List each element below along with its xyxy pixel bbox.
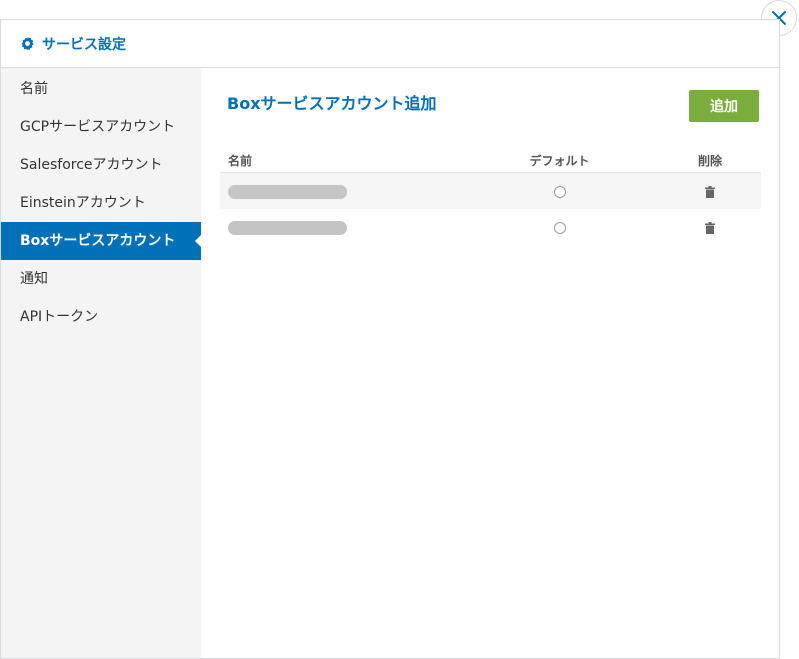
sidebar-item-einstein-account[interactable]: Einsteinアカウント — [1, 184, 201, 222]
sidebar-item-box-service-account[interactable]: Boxサービスアカウント — [1, 222, 201, 260]
sidebar-item-api-token[interactable]: APIトークン — [1, 298, 201, 336]
gear-icon — [20, 36, 35, 51]
sidebar-item-name[interactable]: 名前 — [1, 70, 201, 108]
table-row — [220, 173, 761, 209]
table-header: 名前 デフォルト 削除 — [220, 148, 761, 173]
page-title: Boxサービスアカウント追加 — [227, 94, 437, 113]
column-header-name: 名前 — [228, 153, 253, 168]
delete-cell — [612, 182, 761, 201]
default-radio[interactable] — [553, 222, 566, 234]
sidebar-item-gcp-service-account[interactable]: GCPサービスアカウント — [1, 108, 201, 146]
account-name-placeholder — [228, 221, 347, 235]
sidebar-item-label: APIトークン — [20, 309, 99, 325]
sidebar-item-label: GCPサービスアカウント — [20, 119, 176, 135]
account-name-cell — [220, 218, 507, 237]
add-button[interactable]: 追加 — [689, 90, 759, 122]
trash-icon[interactable] — [705, 222, 715, 234]
service-settings-modal: サービス設定 名前 GCPサービスアカウント Salesforceアカウント E… — [0, 19, 780, 659]
account-name-cell — [220, 182, 507, 201]
table-row — [220, 209, 761, 245]
modal-header: サービス設定 — [1, 20, 779, 68]
sidebar-item-label: 通知 — [20, 271, 48, 287]
modal-title: サービス設定 — [42, 36, 126, 53]
sidebar-item-label: 名前 — [20, 81, 48, 97]
main-content: Boxサービスアカウント追加 追加 名前 デフォルト 削除 — [201, 68, 779, 658]
modal-body: 名前 GCPサービスアカウント Salesforceアカウント Einstein… — [1, 68, 779, 658]
sidebar-item-label: Salesforceアカウント — [20, 157, 163, 173]
trash-icon[interactable] — [705, 186, 715, 198]
account-name-placeholder — [228, 185, 347, 199]
default-cell — [507, 218, 612, 237]
column-header-default: デフォルト — [529, 153, 590, 168]
column-header-delete: 削除 — [697, 153, 722, 168]
delete-cell — [612, 218, 761, 237]
sidebar-item-label: Boxサービスアカウント — [20, 233, 176, 249]
sidebar-item-notifications[interactable]: 通知 — [1, 260, 201, 298]
sidebar: 名前 GCPサービスアカウント Salesforceアカウント Einstein… — [1, 68, 201, 658]
accounts-table: 名前 デフォルト 削除 — [220, 148, 761, 245]
default-radio[interactable] — [553, 186, 566, 198]
sidebar-item-label: Einsteinアカウント — [20, 195, 146, 211]
default-cell — [507, 182, 612, 201]
sidebar-item-salesforce-account[interactable]: Salesforceアカウント — [1, 146, 201, 184]
